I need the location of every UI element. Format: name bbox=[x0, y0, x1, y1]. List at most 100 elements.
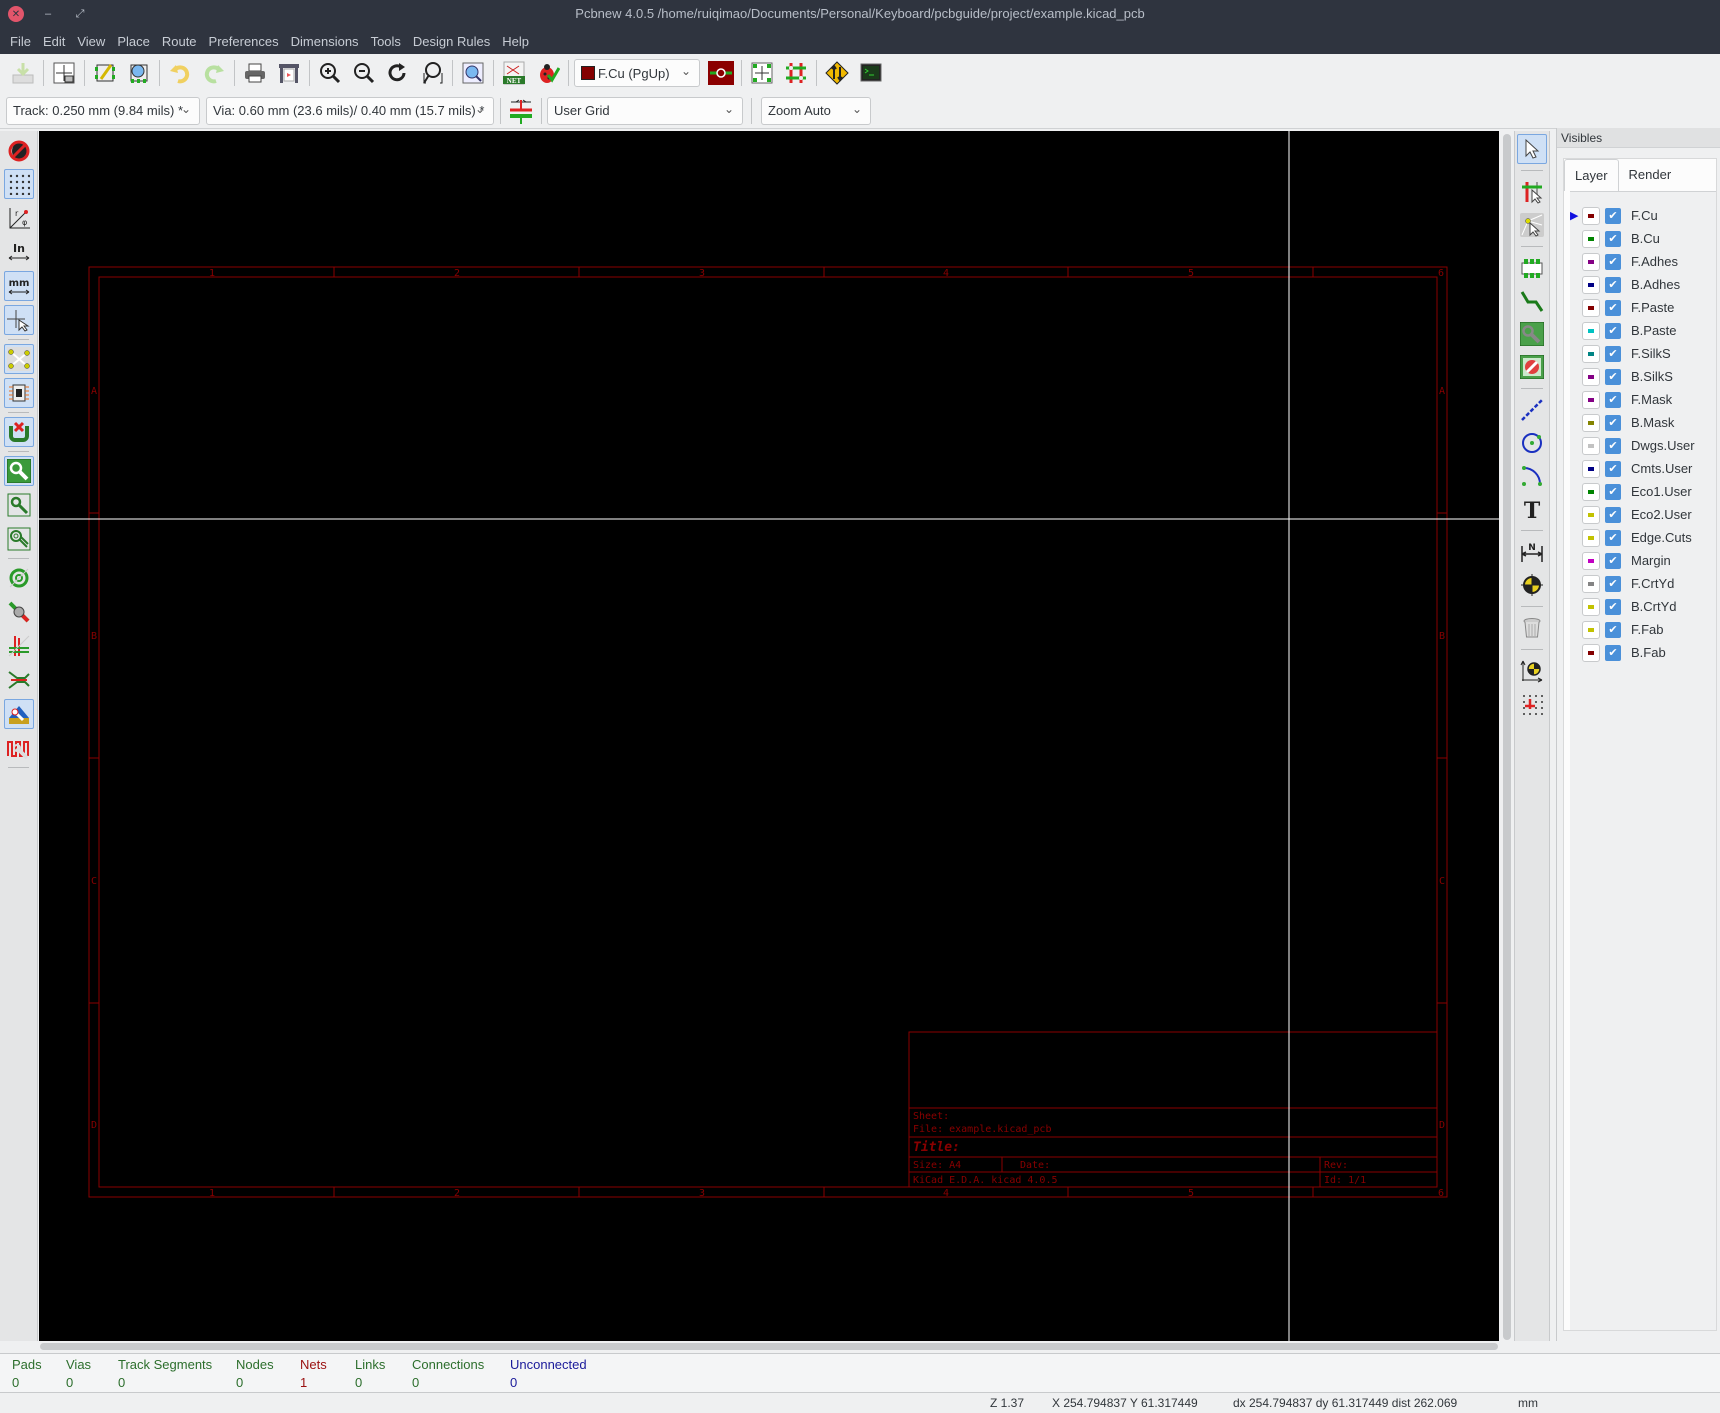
plot-button[interactable] bbox=[274, 58, 304, 88]
menu-help[interactable]: Help bbox=[496, 34, 535, 49]
layer-visibility-checkbox[interactable]: ✔ bbox=[1605, 575, 1621, 592]
menu-edit[interactable]: Edit bbox=[37, 34, 71, 49]
layer-visibility-checkbox[interactable]: ✔ bbox=[1605, 368, 1621, 385]
layer-row[interactable]: ✔ F.SilkS bbox=[1570, 342, 1716, 365]
layer-pair-button[interactable] bbox=[706, 58, 736, 88]
menu-design-rules[interactable]: Design Rules bbox=[407, 34, 496, 49]
layer-visibility-checkbox[interactable]: ✔ bbox=[1605, 598, 1621, 615]
layer-visibility-checkbox[interactable]: ✔ bbox=[1605, 437, 1621, 454]
menu-view[interactable]: View bbox=[71, 34, 111, 49]
select-tool-button[interactable] bbox=[1517, 134, 1547, 164]
layer-row[interactable]: ✔ B.Adhes bbox=[1570, 273, 1716, 296]
layer-color-swatch[interactable] bbox=[1582, 206, 1600, 225]
zone-fill-display-button[interactable] bbox=[4, 456, 34, 486]
add-line-button[interactable] bbox=[1517, 395, 1547, 425]
layer-color-swatch[interactable] bbox=[1582, 298, 1600, 317]
layer-visibility-checkbox[interactable]: ✔ bbox=[1605, 552, 1621, 569]
layer-color-swatch[interactable] bbox=[1582, 574, 1600, 593]
layer-visibility-checkbox[interactable]: ✔ bbox=[1605, 276, 1621, 293]
layer-row[interactable]: ✔ Cmts.User bbox=[1570, 457, 1716, 480]
menu-route[interactable]: Route bbox=[156, 34, 203, 49]
redraw-button[interactable] bbox=[383, 58, 413, 88]
layer-row[interactable]: ✔ Edge.Cuts bbox=[1570, 526, 1716, 549]
tab-render[interactable]: Render bbox=[1619, 159, 1682, 191]
layer-visibility-checkbox[interactable]: ✔ bbox=[1605, 483, 1621, 500]
microwave-tools-button[interactable] bbox=[4, 699, 34, 729]
undo-button[interactable] bbox=[165, 58, 195, 88]
add-text-button[interactable]: T bbox=[1517, 494, 1547, 524]
track-width-select[interactable]: Track: 0.250 mm (9.84 mils) * ⌄ bbox=[6, 96, 200, 125]
layer-row[interactable]: ✔ Margin bbox=[1570, 549, 1716, 572]
layer-row[interactable]: ✔ Eco2.User bbox=[1570, 503, 1716, 526]
drc-button[interactable] bbox=[533, 58, 563, 88]
layer-color-swatch[interactable] bbox=[1582, 459, 1600, 478]
layer-visibility-checkbox[interactable]: ✔ bbox=[1605, 644, 1621, 661]
layer-row[interactable]: ✔ B.Mask bbox=[1570, 411, 1716, 434]
zone-outline-display-button[interactable] bbox=[4, 490, 34, 520]
zoom-out-button[interactable] bbox=[349, 58, 379, 88]
redo-button[interactable] bbox=[199, 58, 229, 88]
auto-delete-track-button[interactable] bbox=[4, 417, 34, 447]
netlist-button[interactable]: NET bbox=[499, 58, 529, 88]
zoom-select[interactable]: Zoom Auto ⌄ bbox=[761, 96, 871, 125]
layer-color-swatch[interactable] bbox=[1582, 597, 1600, 616]
layer-color-swatch[interactable] bbox=[1582, 252, 1600, 271]
module-ratsnest-button[interactable] bbox=[4, 378, 34, 408]
layer-row[interactable]: ✔ B.Cu bbox=[1570, 227, 1716, 250]
python-console-button[interactable] bbox=[856, 58, 886, 88]
layer-visibility-checkbox[interactable]: ✔ bbox=[1605, 460, 1621, 477]
layer-select[interactable]: F.Cu (PgUp) ⌄ bbox=[574, 59, 700, 87]
layer-row[interactable]: ✔ B.Fab bbox=[1570, 641, 1716, 664]
footprint-editor-button[interactable] bbox=[90, 58, 120, 88]
layer-visibility-checkbox[interactable]: ✔ bbox=[1605, 253, 1621, 270]
layer-visibility-checkbox[interactable]: ✔ bbox=[1605, 506, 1621, 523]
length-tuning-button[interactable] bbox=[4, 733, 34, 763]
high-contrast-button[interactable] bbox=[4, 665, 34, 695]
layer-visibility-checkbox[interactable]: ✔ bbox=[1605, 414, 1621, 431]
track-sketch-button[interactable] bbox=[4, 631, 34, 661]
layer-row[interactable]: ✔ B.SilkS bbox=[1570, 365, 1716, 388]
layer-color-swatch[interactable] bbox=[1582, 275, 1600, 294]
menu-place[interactable]: Place bbox=[111, 34, 156, 49]
highlight-net-button[interactable] bbox=[1517, 177, 1547, 207]
layer-visibility-checkbox[interactable]: ✔ bbox=[1605, 207, 1621, 224]
add-zone-button[interactable] bbox=[1517, 319, 1547, 349]
layer-row[interactable]: ✔ Eco1.User bbox=[1570, 480, 1716, 503]
polar-coords-button[interactable]: rφ bbox=[4, 203, 34, 233]
canvas-horizontal-scrollbar[interactable] bbox=[40, 1343, 1498, 1350]
layer-row[interactable]: ✔ B.Paste bbox=[1570, 319, 1716, 342]
menu-preferences[interactable]: Preferences bbox=[203, 34, 285, 49]
layer-visibility-checkbox[interactable]: ✔ bbox=[1605, 230, 1621, 247]
grid-toggle-button[interactable] bbox=[4, 169, 34, 199]
print-button[interactable] bbox=[240, 58, 270, 88]
add-footprint-button[interactable] bbox=[1517, 253, 1547, 283]
add-arc-button[interactable] bbox=[1517, 461, 1547, 491]
layer-color-swatch[interactable] bbox=[1582, 505, 1600, 524]
grid-origin-button[interactable] bbox=[1517, 689, 1547, 719]
layer-row[interactable]: ✔ F.Adhes bbox=[1570, 250, 1716, 273]
layer-row[interactable]: ✔ F.Fab bbox=[1570, 618, 1716, 641]
add-circle-button[interactable] bbox=[1517, 428, 1547, 458]
import-button[interactable] bbox=[8, 58, 38, 88]
units-inch-button[interactable]: In bbox=[4, 237, 34, 267]
find-button[interactable] bbox=[458, 58, 488, 88]
route-track-button[interactable] bbox=[1517, 286, 1547, 316]
local-ratsnest-button[interactable] bbox=[1517, 210, 1547, 240]
add-keepout-button[interactable] bbox=[1517, 352, 1547, 382]
drc-off-button[interactable] bbox=[4, 135, 34, 165]
page-settings-button[interactable] bbox=[49, 58, 79, 88]
layer-row[interactable]: ✔ F.CrtYd bbox=[1570, 572, 1716, 595]
layer-visibility-checkbox[interactable]: ✔ bbox=[1605, 322, 1621, 339]
zoom-fit-button[interactable] bbox=[417, 58, 447, 88]
layer-color-swatch[interactable] bbox=[1582, 643, 1600, 662]
footprint-viewer-button[interactable] bbox=[124, 58, 154, 88]
layer-color-swatch[interactable] bbox=[1582, 344, 1600, 363]
layer-color-swatch[interactable] bbox=[1582, 390, 1600, 409]
layer-color-swatch[interactable] bbox=[1582, 528, 1600, 547]
layer-row[interactable]: ✔ F.Paste bbox=[1570, 296, 1716, 319]
delete-tool-button[interactable] bbox=[1517, 613, 1547, 643]
layer-row[interactable]: ✔ F.Mask bbox=[1570, 388, 1716, 411]
layer-color-swatch[interactable] bbox=[1582, 367, 1600, 386]
autoplace-button[interactable] bbox=[747, 58, 777, 88]
layer-color-swatch[interactable] bbox=[1582, 229, 1600, 248]
